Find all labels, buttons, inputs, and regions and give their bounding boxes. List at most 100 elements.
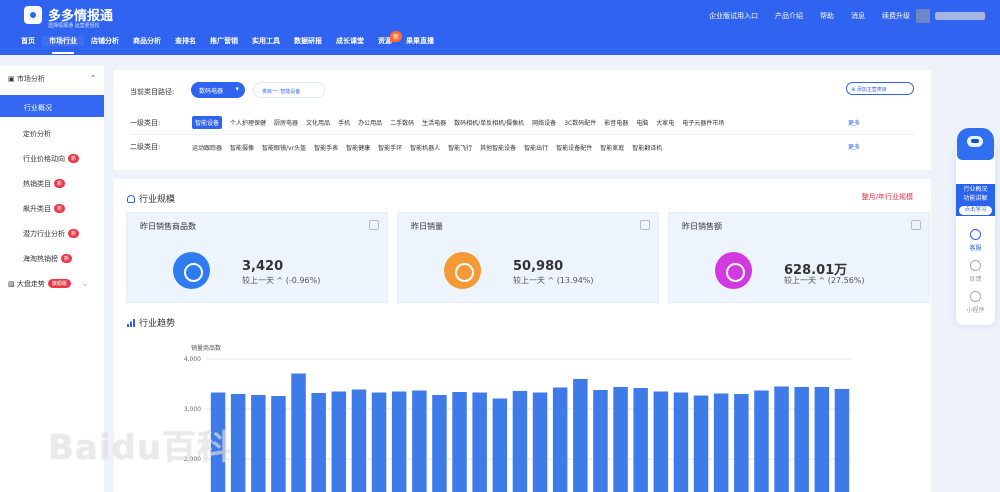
people-icon [127, 195, 135, 203]
chart-bar [774, 386, 789, 492]
metric-delta: 较上一天 ^ (13.94%) [513, 276, 594, 285]
chart-bar [794, 387, 809, 492]
chart-bar [633, 388, 648, 492]
chart-bar [673, 392, 689, 492]
metric-title: 昨日销售额 [682, 222, 722, 231]
trend-icon [640, 220, 650, 230]
new-badge: 新 [68, 229, 80, 238]
category-item[interactable]: 智能手环 [378, 143, 402, 152]
nav-tools[interactable]: 实用工具 [245, 36, 287, 46]
sidebar-item-rising-categories[interactable]: 飙升类目新 [23, 204, 66, 214]
sidebar-item-industry-overview[interactable]: 行业概况 [0, 95, 104, 117]
category-item[interactable]: 运动跟踪器 [192, 143, 222, 152]
chart-bar [432, 395, 447, 492]
category-item[interactable]: 智能机器人 [410, 143, 440, 152]
enterprise-trial-link[interactable]: 企业版试用入口 [709, 11, 758, 21]
category-item[interactable]: 大家电 [656, 118, 674, 129]
industry-trend-title: 行业趋势 [127, 316, 175, 329]
category-item[interactable]: 智能摄像 [230, 143, 254, 152]
nav-home[interactable]: 首页 [14, 36, 42, 46]
nav-live[interactable]: 果果直播 [399, 36, 441, 46]
category-dropdown[interactable]: 数码电器 [191, 82, 245, 98]
chart-bar [754, 390, 769, 492]
click-learn-button[interactable]: 点击学习 [959, 206, 992, 215]
category-item[interactable]: 手机 [338, 118, 350, 129]
sidebar-item-price-trend[interactable]: 行业价格动向新 [23, 154, 80, 164]
category-item[interactable]: 电子元器件市场 [682, 118, 724, 129]
chart-bar [593, 390, 608, 492]
nav-store-analysis[interactable]: 店铺分析 [84, 36, 126, 46]
first-level-label: 一级类目: [130, 119, 161, 127]
avatar[interactable] [916, 9, 930, 23]
category-item[interactable]: 智能家庭 [600, 143, 624, 152]
category-item[interactable]: 3C数码配件 [564, 118, 596, 129]
category-item[interactable]: 智能眼镜/vr头盔 [262, 143, 306, 152]
category-item[interactable]: 电脑 [636, 118, 648, 129]
feedback-button[interactable]: 反馈 [956, 260, 995, 283]
main-nav: 首页 市场行业 店铺分析 商品分析 查排名 推广营销 实用工具 数据研报 成长课… [14, 36, 441, 54]
category-item[interactable]: 网络设备 [532, 118, 556, 129]
category-item[interactable]: 智能健康 [346, 143, 370, 152]
new-badge: 新 [68, 154, 80, 163]
category-item[interactable]: 智能设备 [192, 116, 223, 129]
chart-bar [331, 391, 347, 492]
category-item[interactable]: 个人护理保健 [230, 118, 266, 129]
chart-bar [834, 389, 850, 492]
chart-bar [391, 391, 407, 492]
chart-bar [653, 391, 669, 492]
sidebar-item-pricing[interactable]: 定价分析 [23, 129, 51, 139]
sidebar-item-big-trend[interactable]: ▧ 大盘走势 旗舰版 ⌄ [8, 279, 88, 289]
nav-market-industry[interactable]: 市场行业 [42, 36, 84, 54]
mascot-icon [957, 128, 994, 160]
category-item[interactable]: 厨房电器 [274, 118, 298, 129]
sidebar-item-hot-categories[interactable]: 热销类目新 [23, 179, 66, 189]
headset-icon [970, 229, 981, 240]
sidebar-item-potential-industry[interactable]: 潜力行业分析新 [23, 229, 80, 239]
chart-bar [472, 392, 487, 492]
market-analysis-header[interactable]: ▣ 市场分析 ⌃ [8, 74, 96, 84]
metric-card-revenue: 昨日销售额 628.01万 较上一天 ^ (27.56%) [668, 212, 930, 303]
category-item[interactable]: 智能飞行 [448, 143, 472, 152]
category-item[interactable]: 智能出行 [524, 143, 548, 152]
metric-title: 昨日销量 [411, 222, 443, 231]
category-item[interactable]: 二手数码 [390, 118, 414, 129]
category-item[interactable]: 影音电器 [604, 118, 628, 129]
chart-bar [693, 395, 709, 492]
help-link[interactable]: 帮助 [820, 11, 834, 21]
renew-upgrade-link[interactable]: 续费升级 [882, 11, 910, 21]
second-level-categories: 运动跟踪器 智能摄像 智能眼镜/vr头盔 智能手表 智能健康 智能手环 智能机器… [192, 143, 662, 152]
nav-ranking[interactable]: 查排名 [168, 36, 203, 46]
message-link[interactable]: 消息 [851, 11, 865, 21]
product-intro-link[interactable]: 产品介绍 [775, 11, 803, 21]
add-main-category-button[interactable]: ⊕ 添加主营类目 [846, 82, 914, 95]
more-first-categories[interactable]: 更多 [848, 118, 860, 127]
category-item[interactable]: 智能设备配件 [556, 143, 592, 152]
category-item[interactable]: 文化用品 [306, 118, 330, 129]
category-item[interactable]: 生活电器 [422, 118, 446, 129]
metric-card-products: 昨日销售商品数 3,420 较上一天 ^ (-0.96%) [126, 212, 388, 303]
sub-category-chip[interactable]: 类目一: 智能设备 [253, 82, 325, 98]
customer-service-button[interactable]: 客服 [956, 229, 995, 252]
nav-promotion[interactable]: 推广营销 [203, 36, 245, 46]
collapse-arrow-icon[interactable]: ⌃ [90, 74, 96, 82]
industry-trend-chart: 销量商品数 4,000 3,000 2,000 [184, 344, 852, 492]
category-item[interactable]: 其他智能设备 [480, 143, 516, 152]
category-item[interactable]: 智能手表 [314, 143, 338, 152]
nav-research[interactable]: 数据研报 [287, 36, 329, 46]
category-item[interactable]: 办公用品 [358, 118, 382, 129]
chart-bar [573, 379, 588, 492]
metric-value: 50,980 [513, 259, 564, 274]
category-item[interactable]: 智能翻译机 [632, 143, 662, 152]
chart-bar [251, 395, 266, 492]
metric-value: 3,420 [242, 259, 284, 274]
more-second-categories[interactable]: 更多 [848, 142, 860, 151]
category-item[interactable]: 数码相机/单反相机/摄像机 [454, 118, 524, 129]
chart-bar [814, 387, 830, 492]
y-tick-label: 4,000 [184, 356, 201, 363]
sidebar-item-overseas-hot[interactable]: 海淘热销榜新 [23, 254, 73, 264]
nav-growth[interactable]: 成长课堂 [329, 36, 371, 46]
mini-program-button[interactable]: 小程序 [956, 291, 995, 314]
nav-product-analysis[interactable]: 商品分析 [126, 36, 168, 46]
month-year-industry-link[interactable]: 整月/年行业规模 [862, 192, 913, 202]
user-name-redacted[interactable] [935, 12, 985, 20]
